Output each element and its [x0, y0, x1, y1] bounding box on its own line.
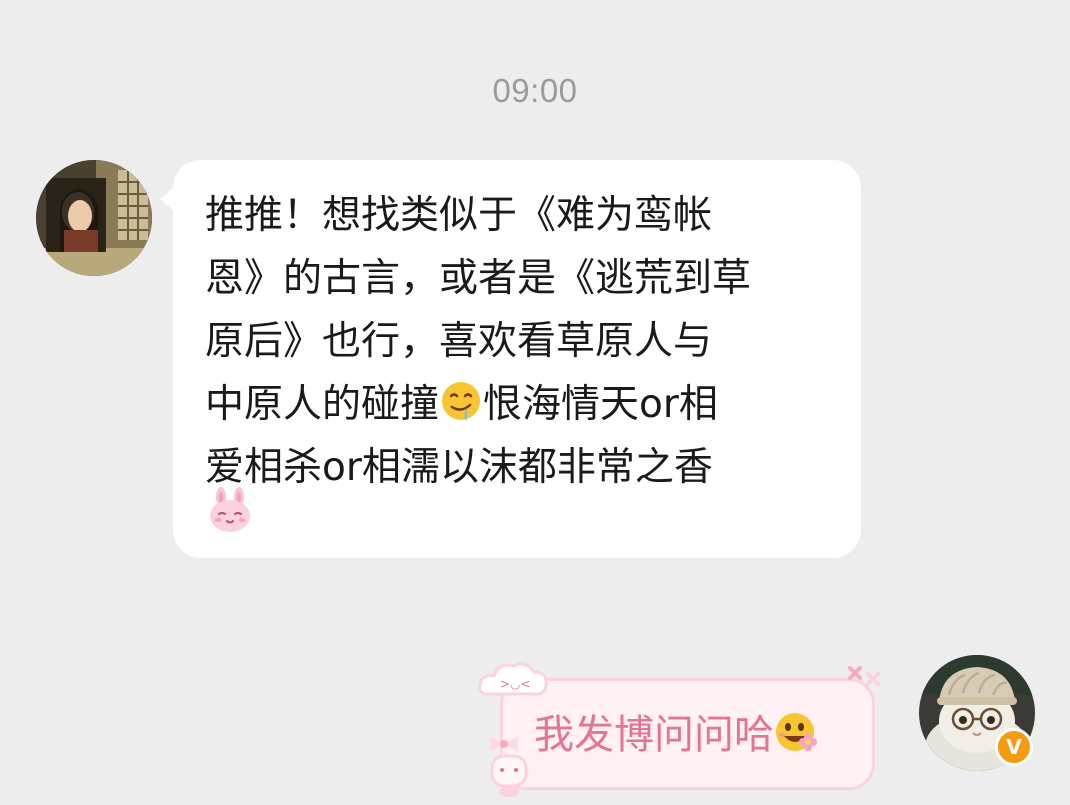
woman-portrait-avatar-icon [36, 160, 152, 276]
incoming-message-text: 推推！想找类似于《难为鸾帐 恩》的古言，或者是《逃荒到草 原后》也行，喜欢看草原人与… [205, 184, 845, 499]
message-line: 原后》也行，喜欢看草原人与 [205, 319, 713, 364]
svg-text:>◡<: >◡< [500, 677, 531, 691]
message-line: 恨海情天or相 [483, 382, 718, 427]
outgoing-message-label: 我发博问问哈 [534, 712, 774, 758]
message-line: 中原人的碰撞 [205, 382, 440, 427]
message-timestamp: 09:00 [492, 72, 578, 109]
cross-marks-decoration-icon [848, 666, 880, 686]
bunny-with-bow-decoration-icon [490, 736, 528, 797]
bubble-tail [160, 186, 175, 212]
incoming-message-bubble[interactable]: 推推！想找类似于《难为鸾帐 恩》的古言，或者是《逃荒到草 原后》也行，喜欢看草原人与… [160, 160, 861, 558]
message-line: 推推！想找类似于《难为鸾帐 [205, 193, 713, 238]
sender-avatar[interactable] [36, 160, 152, 276]
message-line: 爱相杀or相濡以沫都非常之香 [205, 445, 713, 490]
smiling-face-with-flower-icon [774, 710, 820, 756]
verified-badge: V [995, 728, 1033, 766]
cloud-face-decoration-icon: >◡< [478, 662, 548, 696]
outgoing-message-bubble[interactable]: >◡< 我发博问问哈 [478, 658, 888, 798]
pink-bunny-face-icon [207, 487, 253, 537]
drooling-face-icon [439, 379, 483, 423]
outgoing-message-text: 我发博问问哈 [534, 702, 820, 760]
message-line: 恩》的古言，或者是《逃荒到草 [205, 256, 752, 301]
